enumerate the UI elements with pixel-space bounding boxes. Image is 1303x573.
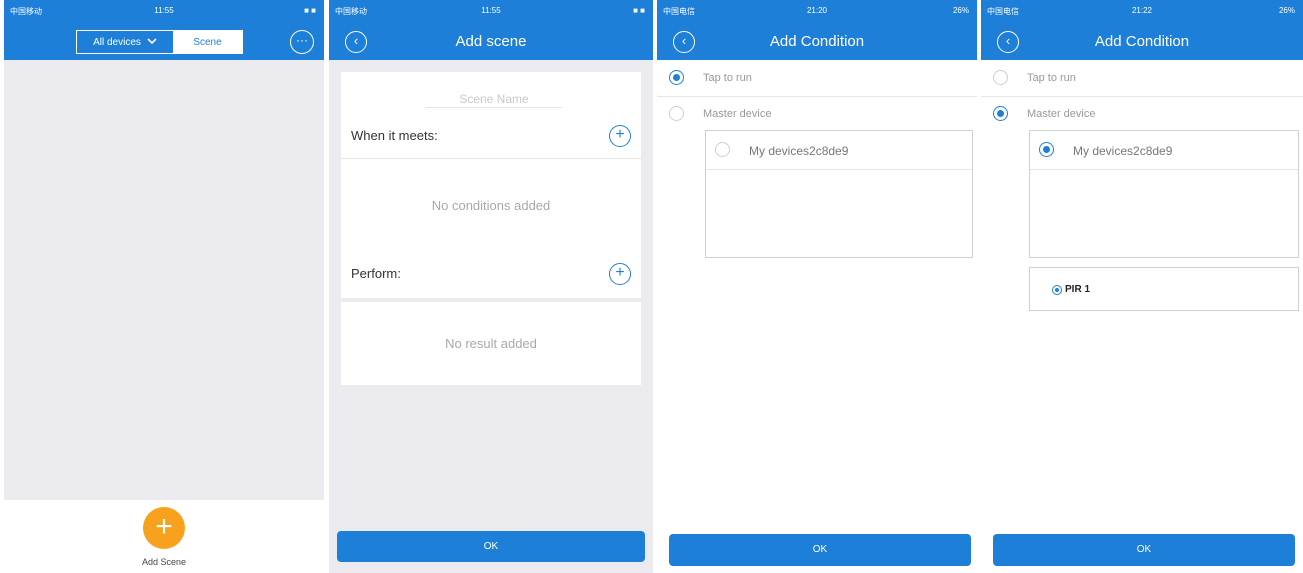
device-name: My devices2c8de9 — [1073, 144, 1173, 158]
nav-bar: 中国移动 11:55 ■ ■ All devices Scene ··· — [4, 0, 324, 60]
add-action-icon[interactable]: + — [609, 263, 631, 285]
device-radio[interactable] — [1039, 142, 1054, 157]
divider — [657, 96, 977, 97]
page-title: Add Condition — [1094, 33, 1190, 50]
no-result-text: No result added — [445, 336, 537, 351]
add-condition-icon[interactable]: + — [609, 125, 631, 147]
when-label: When it meets: — [351, 128, 438, 143]
device-radio[interactable] — [715, 142, 730, 157]
status-bar: 中国移动 11:55 ■ ■ — [4, 0, 324, 22]
status-bar: 中国电信 21:20 26% — [657, 0, 977, 22]
battery: ■ ■ — [304, 6, 316, 15]
add-scene-label: Add Scene — [141, 557, 187, 567]
segment-all-devices-label: All devices — [93, 36, 141, 48]
page-title: Add scene — [455, 33, 527, 50]
sensor-radio[interactable] — [1052, 285, 1062, 295]
master-device-label: Master device — [703, 108, 772, 120]
add-scene-button[interactable]: + — [143, 507, 185, 549]
battery: 26% — [1278, 6, 1295, 15]
chevron-down-icon — [147, 37, 157, 48]
nav-bar: 中国电信 21:22 26% ‹ Add Condition — [981, 0, 1303, 60]
scene-list-screen: 中国移动 11:55 ■ ■ All devices Scene ··· + A… — [4, 0, 324, 573]
battery: 26% — [952, 6, 969, 15]
more-options-icon[interactable]: ··· — [290, 30, 314, 54]
battery: ■ ■ — [633, 6, 645, 15]
device-name: My devices2c8de9 — [749, 144, 849, 158]
segment-scene[interactable]: Scene — [173, 31, 242, 53]
clock: 21:20 — [806, 6, 828, 15]
scene-name-input[interactable] — [426, 90, 562, 108]
perform-label: Perform: — [351, 266, 401, 281]
tap-to-run-radio[interactable] — [993, 70, 1008, 85]
nav-bar: 中国移动 11:55 ■ ■ ‹ Add scene — [329, 0, 653, 60]
tap-to-run-radio[interactable] — [669, 70, 684, 85]
clock: 11:55 — [481, 6, 501, 15]
nav-bar: 中国电信 21:20 26% ‹ Add Condition — [657, 0, 977, 60]
master-device-radio[interactable] — [669, 106, 684, 121]
page-title: Add Condition — [769, 33, 865, 50]
sensor-name: PIR 1 — [1065, 284, 1091, 295]
scene-list — [4, 60, 324, 500]
clock: 11:55 — [154, 6, 174, 15]
scene-card: When it meets: + No conditions added Per… — [341, 72, 641, 298]
master-device-label: Master device — [1027, 108, 1096, 120]
ok-button[interactable]: OK — [669, 534, 971, 566]
clock: 21:22 — [1131, 6, 1153, 15]
no-conditions-text: No conditions added — [431, 198, 551, 213]
divider — [1030, 169, 1298, 170]
tap-to-run-label: Tap to run — [703, 72, 752, 84]
divider — [706, 169, 972, 170]
divider — [341, 158, 641, 159]
master-device-radio[interactable] — [993, 106, 1008, 121]
add-condition-screen: 中国电信 21:20 26% ‹ Add Condition Tap to ru… — [657, 0, 977, 573]
add-condition-screen-selected: 中国电信 21:22 26% ‹ Add Condition Tap to ru… — [981, 0, 1303, 573]
device-scene-toggle: All devices Scene — [76, 30, 243, 54]
divider — [981, 96, 1303, 97]
status-bar: 中国移动 11:55 ■ ■ — [329, 0, 653, 22]
ok-button[interactable]: OK — [337, 531, 645, 562]
ok-button[interactable]: OK — [993, 534, 1295, 566]
status-bar: 中国电信 21:22 26% — [981, 0, 1303, 22]
result-card: No result added — [341, 302, 641, 385]
add-scene-screen: 中国移动 11:55 ■ ■ ‹ Add scene When it meets… — [329, 0, 653, 573]
tap-to-run-label: Tap to run — [1027, 72, 1076, 84]
segment-all-devices[interactable]: All devices — [77, 31, 173, 53]
